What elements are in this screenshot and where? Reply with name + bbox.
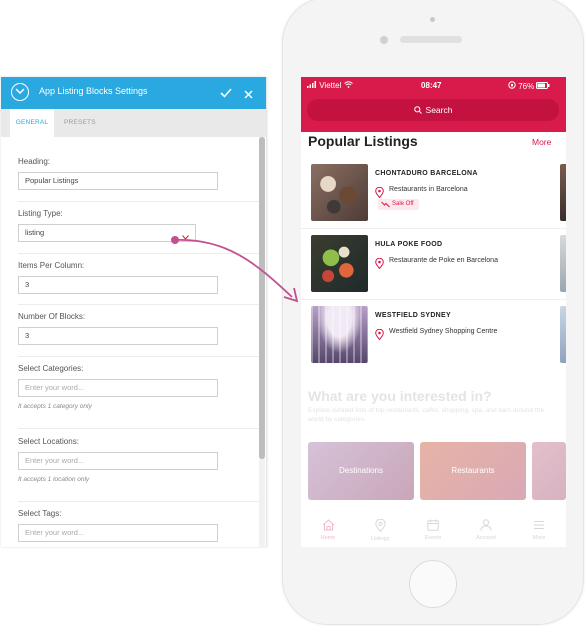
arrow-line xyxy=(174,239,293,298)
connector-arrow xyxy=(171,236,299,303)
